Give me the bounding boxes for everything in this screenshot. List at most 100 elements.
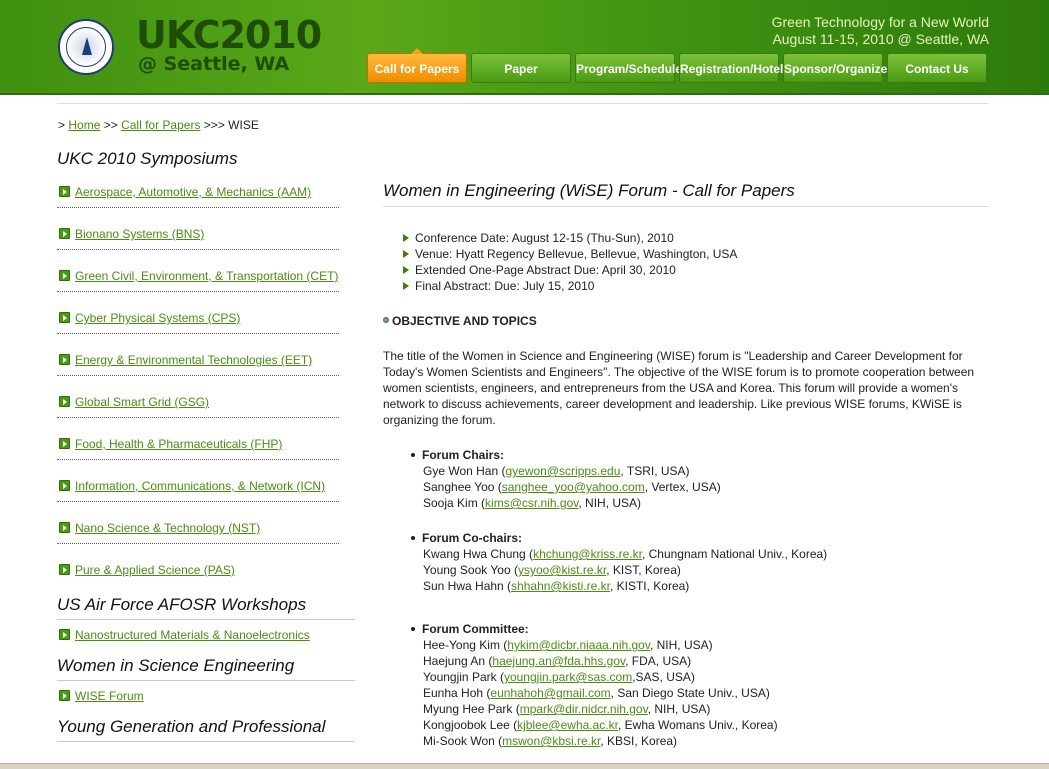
sidebar-link-icn[interactable]: Information, Communications, & Network (… (75, 479, 325, 493)
person-org: ,SAS, USA) (632, 670, 695, 684)
divider (57, 501, 339, 502)
person-name: Gye Won Han ( (423, 464, 506, 478)
group-title: Forum Chairs: (409, 447, 989, 463)
email-link[interactable]: haejung.an@fda.hhs.gov (492, 654, 625, 668)
fact-text: Venue: Hyatt Regency Bellevue, Bellevue,… (415, 247, 738, 261)
triangle-bullet-icon (403, 266, 409, 274)
fact-item: Venue: Hyatt Regency Bellevue, Bellevue,… (403, 246, 989, 262)
triangle-bullet-icon (403, 250, 409, 258)
forum-chairs-group: Forum Chairs: Gye Won Han (gyewon@scripp… (409, 447, 989, 511)
sidebar-item: Aerospace, Automotive, & Mechanics (AAM) (57, 181, 355, 223)
round-bullet-icon (383, 317, 389, 323)
person-line: Mi-Sook Won (mswon@kbsi.re.kr, KBSI, Kor… (409, 733, 989, 749)
sidebar-link-aam[interactable]: Aerospace, Automotive, & Mechanics (AAM) (75, 185, 311, 199)
tagline-line-2: August 11-15, 2010 @ Seattle, WA (772, 31, 989, 47)
arrow-right-icon (59, 270, 70, 281)
person-org: , KBSI, Korea) (600, 734, 678, 748)
nav-paper-submission[interactable]: Paper Submission (471, 53, 571, 106)
section-heading-objective: OBJECTIVE AND TOPICS (383, 314, 989, 328)
person-org: , Vertex, USA) (644, 480, 721, 494)
nav-call-for-papers[interactable]: Call for Papers (367, 48, 467, 83)
divider (57, 249, 339, 250)
group-title: Forum Co-chairs: (409, 530, 989, 546)
breadcrumb-separator: >>> (203, 118, 225, 132)
divider (57, 459, 339, 460)
nav-program-schedule[interactable]: Program/Schedule (575, 53, 682, 83)
arrow-right-icon (59, 354, 70, 365)
breadcrumb-prefix: > (58, 118, 66, 132)
person-name: Kwang Hwa Chung ( (423, 547, 534, 561)
person-name: Haejung An ( (423, 654, 493, 668)
divider (57, 417, 339, 418)
tagline-line-1: Green Technology for a New World (771, 14, 989, 30)
sidebar-section-wise: Women in Science Engineering WISE Forum (57, 654, 355, 715)
sidebar-item: WISE Forum (57, 681, 355, 715)
person-name: Sanghee Yoo ( (423, 480, 502, 494)
divider (57, 543, 339, 544)
person-org: , Ewha Womans Univ., Korea) (617, 718, 778, 732)
nav-sponsor-organizer[interactable]: Sponsor/Organizer (783, 53, 892, 83)
sidebar-link-nanostructured[interactable]: Nanostructured Materials & Nanoelectroni… (75, 628, 310, 642)
sidebar-item: Bionano Systems (BNS) (57, 223, 355, 265)
arrow-right-icon (59, 228, 70, 239)
seal-emblem (82, 37, 92, 55)
fact-text: Final Abstract: Due: July 15, 2010 (415, 279, 595, 293)
sidebar-link-eet[interactable]: Energy & Environmental Technologies (EET… (75, 353, 312, 367)
person-org: , NIH, USA) (578, 496, 642, 510)
person-name: Hee-Yong Kim ( (423, 638, 508, 652)
sidebar-link-gsg[interactable]: Global Smart Grid (GSG) (75, 395, 209, 409)
divider (57, 333, 339, 334)
email-link[interactable]: mswon@kbsi.re.kr (502, 734, 600, 748)
person-org: , TSRI, USA) (620, 464, 690, 478)
sidebar-link-pas[interactable]: Pure & Applied Science (PAS) (75, 563, 235, 577)
header-tagline: Green Technology for a New World August … (772, 14, 989, 48)
page-title: Women in Engineering (WiSE) Forum - Call… (383, 181, 795, 200)
email-link[interactable]: hykim@dicbr.niaaa.nih.gov (507, 638, 650, 652)
sidebar-section-afosr: US Air Force AFOSR Workshops Nanostructu… (57, 593, 355, 654)
email-link[interactable]: sanghee_yoo@yahoo.com (502, 480, 645, 494)
organization-seal-logo[interactable] (58, 19, 114, 75)
person-name: Eunha Hoh ( (423, 686, 491, 700)
sidebar-item: Global Smart Grid (GSG) (57, 391, 355, 433)
sidebar-item: Green Civil, Environment, & Transportati… (57, 265, 355, 307)
person-name: Sun Hwa Hahn ( (423, 579, 512, 593)
email-link[interactable]: khchung@kriss.re.kr (533, 547, 642, 561)
email-link[interactable]: ysyoo@kist.re.kr (518, 563, 606, 577)
email-link[interactable]: kjblee@ewha.ac.kr (517, 718, 618, 732)
forum-committee-group: Forum Committee: Hee-Yong Kim (hykim@dic… (409, 621, 989, 749)
sidebar-link-bns[interactable]: Bionano Systems (BNS) (75, 227, 204, 241)
sidebar-link-cet[interactable]: Green Civil, Environment, & Transportati… (75, 269, 338, 283)
sidebar-link-fhp[interactable]: Food, Health & Pharmaceuticals (FHP) (75, 437, 282, 451)
email-link[interactable]: eunhahoh@gmail.com (490, 686, 610, 700)
main-content: Women in Engineering (WiSE) Forum - Call… (383, 180, 989, 749)
sidebar-item: Cyber Physical Systems (CPS) (57, 307, 355, 349)
breadcrumb-call-for-papers-link[interactable]: Call for Papers (121, 118, 200, 132)
person-line: Gye Won Han (gyewon@scripps.edu, TSRI, U… (409, 463, 989, 479)
person-org: , FDA, USA) (625, 654, 692, 668)
breadcrumb-current: WISE (228, 118, 259, 132)
sidebar-link-cps[interactable]: Cyber Physical Systems (CPS) (75, 311, 240, 325)
person-line: Young Sook Yoo (ysyoo@kist.re.kr, KIST, … (409, 562, 989, 578)
email-link[interactable]: mpark@dir.nidcr.nih.gov (520, 702, 648, 716)
divider (57, 291, 339, 292)
email-link[interactable]: youngjin.park@sas.com (504, 670, 632, 684)
nav-registration-hotel[interactable]: Registration/Hotel (679, 53, 783, 83)
page-bottom-edge (0, 763, 1049, 769)
arrow-right-icon (59, 480, 70, 491)
person-line: Youngjin Park (youngjin.park@sas.com,SAS… (409, 669, 989, 685)
forum-cochairs-group: Forum Co-chairs: Kwang Hwa Chung (khchun… (409, 530, 989, 594)
sidebar-heading-young: Young Generation and Professional (57, 717, 326, 736)
person-line: Eunha Hoh (eunhahoh@gmail.com, San Diego… (409, 685, 989, 701)
logo-title[interactable]: UKC2010 (136, 14, 322, 56)
email-link[interactable]: kims@csr.nih.gov (485, 496, 578, 510)
nav-contact-us[interactable]: Contact Us (887, 53, 987, 83)
email-link[interactable]: gyewon@scripps.edu (505, 464, 620, 478)
sidebar-item: Pure & Applied Science (PAS) (57, 559, 355, 593)
person-org: , NIH, USA) (649, 638, 713, 652)
seal-inner-ring (66, 27, 106, 67)
sidebar-link-wise-forum[interactable]: WISE Forum (75, 689, 144, 703)
email-link[interactable]: shhahn@kisti.re.kr (511, 579, 610, 593)
triangle-bullet-icon (403, 282, 409, 290)
sidebar-link-nst[interactable]: Nano Science & Technology (NST) (75, 521, 260, 535)
breadcrumb-home-link[interactable]: Home (68, 118, 100, 132)
